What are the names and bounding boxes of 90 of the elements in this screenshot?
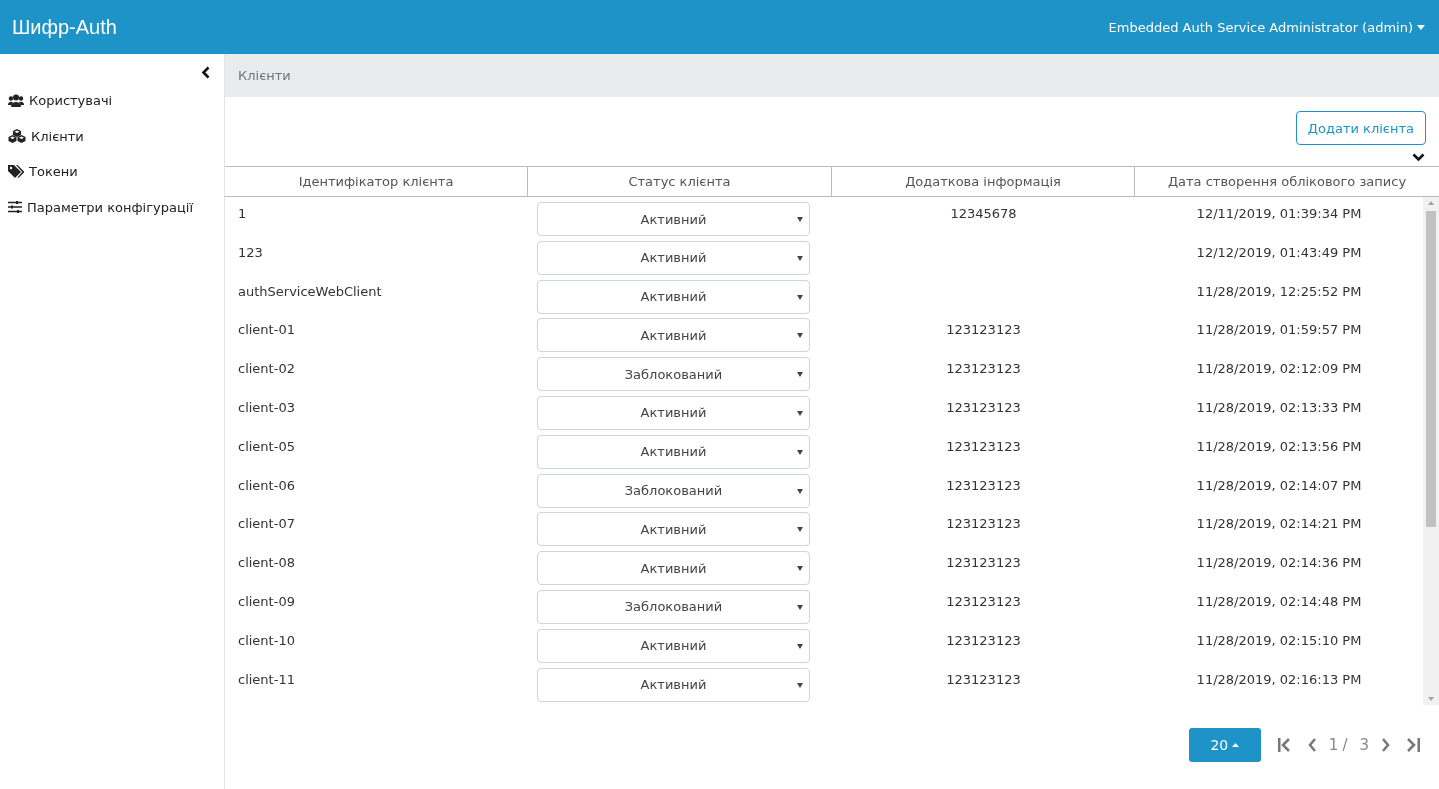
table-cell-text: client-11 xyxy=(237,670,296,689)
table-cell-text: client-03 xyxy=(237,399,296,417)
table-cell-text: 123 xyxy=(237,243,264,262)
table-cell-text: 11/28/2019, 02:12:09 PM xyxy=(1195,360,1363,379)
add-client-button[interactable]: Додати клієнта xyxy=(1295,111,1426,145)
caret-icon xyxy=(1232,743,1240,747)
table-cell-text: 1 xyxy=(237,205,248,223)
table-cell-text: client-01 xyxy=(237,321,296,340)
sidebar-item[interactable]: Клієнти xyxy=(0,118,224,154)
table-cell-text: 123123123 xyxy=(945,321,1022,340)
table-cell-text: 123123123 xyxy=(945,592,1022,611)
table-cell-text: 11/28/2019, 02:13:33 PM xyxy=(1195,399,1363,417)
table-cell-text: 123123123 xyxy=(945,631,1022,650)
table-cell-text: authServiceWebClient xyxy=(237,282,383,301)
caret-icon xyxy=(797,333,803,339)
sidebar-item[interactable]: Параметри конфігурації xyxy=(0,189,224,225)
tag-icon xyxy=(8,164,24,179)
table-cell-text: 123123123 xyxy=(945,554,1022,573)
table-cell-text: 11/28/2019, 02:13:56 PM xyxy=(1195,437,1363,456)
table-cell-text: 11/28/2019, 02:14:07 PM xyxy=(1195,476,1363,495)
total-pages: 3 xyxy=(1359,736,1369,754)
last-page-icon xyxy=(1405,737,1421,753)
sliders-icon xyxy=(8,201,22,214)
table-cell-text: client-09 xyxy=(237,592,296,611)
caret-icon xyxy=(797,217,803,222)
caret-icon xyxy=(797,488,803,494)
first-page-icon xyxy=(1276,737,1293,753)
table-cell-text: 12/11/2019, 01:39:34 PM xyxy=(1195,205,1363,223)
users-icon xyxy=(8,94,24,108)
table-cell-text: 11/28/2019, 02:14:48 PM xyxy=(1195,592,1363,611)
table-cell-text: 11/28/2019, 02:15:10 PM xyxy=(1195,631,1363,650)
table-cell-text: 123123123 xyxy=(945,360,1022,379)
status-select[interactable]: Активний xyxy=(537,202,810,236)
status-select[interactable]: Активний xyxy=(537,396,810,430)
breadcrumb-item: Клієнти xyxy=(238,68,291,83)
table-cell-text: client-07 xyxy=(237,515,296,534)
chevron-down-icon xyxy=(1412,153,1425,162)
caret-icon xyxy=(797,449,803,455)
caret-icon xyxy=(797,682,803,688)
caret-icon xyxy=(797,643,803,649)
status-select[interactable]: Активний xyxy=(537,279,810,314)
table-cell-text: client-08 xyxy=(237,554,296,573)
collapse-sidebar-button[interactable] xyxy=(201,66,210,79)
status-select[interactable]: Заблокований xyxy=(537,357,810,392)
app-brand: Шифр-Auth xyxy=(12,15,117,39)
table-cell-text: client-06 xyxy=(237,476,296,495)
cubes-icon xyxy=(8,129,26,144)
page-separator: / xyxy=(1342,736,1348,754)
table-cell-text: 123123123 xyxy=(945,399,1022,417)
status-select[interactable]: Активний xyxy=(537,240,810,275)
table-cell-text: client-05 xyxy=(237,437,296,456)
expand-filters-button[interactable] xyxy=(1412,153,1425,162)
caret-icon xyxy=(797,527,803,533)
status-select[interactable]: Активний xyxy=(537,667,810,702)
caret-icon xyxy=(797,604,803,610)
table-cell-text: 123123123 xyxy=(945,515,1022,534)
table-cell-text: client-10 xyxy=(237,631,296,650)
caret-icon xyxy=(797,566,803,572)
table-cell-text: 11/28/2019, 12:25:52 PM xyxy=(1195,282,1363,301)
table-cell-text: 123123123 xyxy=(945,437,1022,456)
status-select[interactable]: Активний xyxy=(537,551,810,586)
status-select[interactable]: Заблокований xyxy=(537,473,810,508)
column-header[interactable]: Додаткова інформація xyxy=(832,167,1135,196)
chevron-left-icon xyxy=(201,66,210,79)
table-cell-text: 11/28/2019, 01:59:57 PM xyxy=(1195,321,1363,340)
column-header[interactable]: Ідентифікатор клієнта xyxy=(225,167,528,196)
caret-icon xyxy=(797,411,803,416)
table-cell-text: client-02 xyxy=(237,360,296,379)
column-header[interactable]: Дата створення облікового запису xyxy=(1135,167,1439,196)
status-select[interactable]: Активний xyxy=(537,434,810,469)
scrollbar[interactable] xyxy=(1423,197,1439,705)
caret-icon xyxy=(797,255,803,261)
table-cell-text: 12345678 xyxy=(949,205,1018,223)
table-cell-text: 123123123 xyxy=(945,476,1022,495)
table-cell-text: 11/28/2019, 02:14:21 PM xyxy=(1195,515,1363,534)
sidebar-item[interactable]: Користувачі xyxy=(0,83,224,119)
table-cell-text: 11/28/2019, 02:14:36 PM xyxy=(1195,554,1363,573)
current-page: 1 xyxy=(1328,736,1339,754)
status-select[interactable]: Активний xyxy=(537,512,810,547)
sidebar-item[interactable]: Токени xyxy=(0,154,224,190)
status-select[interactable]: Заблокований xyxy=(537,589,810,624)
caret-icon xyxy=(797,372,803,378)
table-cell-text: 12/12/2019, 01:43:49 PM xyxy=(1195,243,1363,262)
status-select[interactable]: Активний xyxy=(537,318,810,353)
table-cell-text: 11/28/2019, 02:16:13 PM xyxy=(1195,670,1363,689)
caret-icon xyxy=(1417,24,1425,30)
caret-icon xyxy=(797,294,803,300)
column-header[interactable]: Статус клієнта xyxy=(528,167,832,196)
table-cell-text: 123123123 xyxy=(945,670,1022,689)
status-select[interactable]: Активний xyxy=(537,628,810,663)
